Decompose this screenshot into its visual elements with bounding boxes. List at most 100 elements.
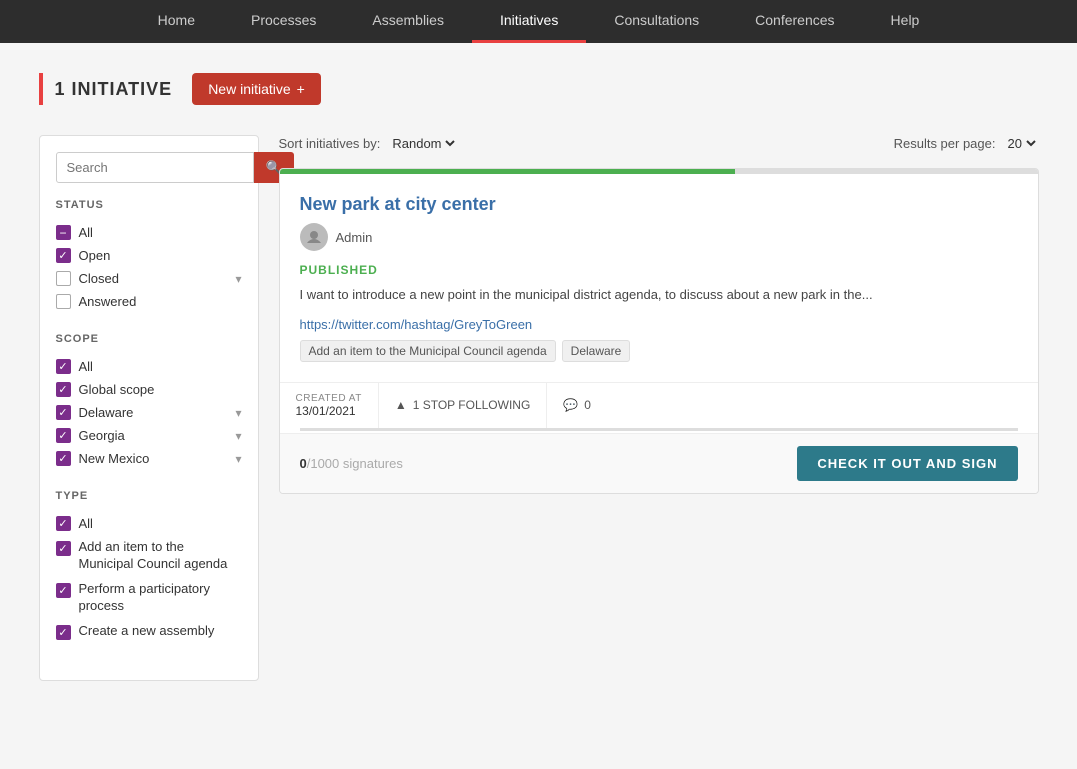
type-all[interactable]: All [56, 512, 242, 535]
minus-checkbox-icon [56, 225, 71, 240]
type-assembly-label: Create a new assembly [79, 623, 215, 640]
initiative-card: New park at city center Admin PUBLISHED … [279, 168, 1039, 494]
sort-select[interactable]: Random [388, 135, 458, 152]
status-open[interactable]: Open [56, 244, 242, 267]
card-link[interactable]: https://twitter.com/hashtag/GreyToGreen [300, 317, 1018, 332]
nav-consultations[interactable]: Consultations [586, 0, 727, 43]
checked-checkbox-delaware-icon [56, 405, 71, 420]
new-initiative-button[interactable]: New initiative + [192, 73, 321, 105]
status-filter: STATUS All Open Closed ▾ Answered [56, 199, 242, 313]
card-tag-agenda: Add an item to the Municipal Council age… [300, 340, 556, 362]
plus-icon: + [297, 81, 305, 97]
search-row: 🔍 [56, 152, 242, 183]
status-label: STATUS [56, 199, 242, 211]
checked-checkbox-participatory-icon [56, 583, 71, 598]
type-all-label: All [79, 516, 93, 531]
results-label: Results per page: [894, 136, 996, 151]
checked-checkbox-scope-all-icon [56, 359, 71, 374]
footer-follow[interactable]: ▲ 1 STOP FOLLOWING [379, 383, 547, 428]
type-assembly[interactable]: Create a new assembly [56, 619, 242, 644]
follow-label: 1 STOP FOLLOWING [413, 398, 531, 412]
scope-all[interactable]: All [56, 355, 242, 378]
georgia-chevron-icon: ▾ [235, 429, 241, 443]
page-body: 1 INITIATIVE New initiative + 🔍 STATUS A… [19, 43, 1059, 711]
nav-help[interactable]: Help [863, 0, 948, 43]
status-all-label: All [79, 225, 93, 240]
footer-comments[interactable]: 💬 0 [547, 383, 607, 428]
scope-newmexico-label: New Mexico [79, 451, 150, 466]
nav-conferences[interactable]: Conferences [727, 0, 862, 43]
signatures-progress-bar [300, 428, 1018, 431]
nav-home[interactable]: Home [130, 0, 223, 43]
search-input[interactable] [56, 152, 254, 183]
signatures-count: 0/1000 signatures [300, 456, 403, 471]
status-closed[interactable]: Closed ▾ [56, 267, 242, 290]
card-footer: CREATED AT 13/01/2021 ▲ 1 STOP FOLLOWING… [280, 382, 1038, 428]
follow-icon: ▲ [395, 398, 407, 412]
card-author: Admin [300, 223, 1018, 251]
status-answered[interactable]: Answered [56, 290, 242, 313]
signatures-row: 0/1000 signatures CHECK IT OUT AND SIGN [280, 433, 1038, 493]
main-layout: 🔍 STATUS All Open Closed ▾ [39, 135, 1039, 681]
type-add-item[interactable]: Add an item to the Municipal Council age… [56, 535, 242, 577]
type-additem-label: Add an item to the Municipal Council age… [79, 539, 242, 573]
comment-count: 0 [584, 398, 591, 412]
type-participatory-label: Perform a participatory process [79, 581, 242, 615]
status-all[interactable]: All [56, 221, 242, 244]
status-closed-label: Closed [79, 271, 119, 286]
scope-global[interactable]: Global scope [56, 378, 242, 401]
empty-checkbox-answered-icon [56, 294, 71, 309]
results-select[interactable]: 20 [1004, 135, 1039, 152]
card-tag-delaware: Delaware [562, 340, 631, 362]
content-area: Sort initiatives by: Random Results per … [279, 135, 1039, 494]
checked-checkbox-newmexico-icon [56, 451, 71, 466]
type-label: TYPE [56, 490, 242, 502]
sort-row: Sort initiatives by: Random Results per … [279, 135, 1039, 152]
published-badge: PUBLISHED [300, 263, 1018, 277]
scope-global-label: Global scope [79, 382, 155, 397]
scope-newmexico[interactable]: New Mexico ▾ [56, 447, 242, 470]
nav-initiatives[interactable]: Initiatives [472, 0, 586, 43]
card-title[interactable]: New park at city center [300, 194, 1018, 215]
main-nav: Home Processes Assemblies Initiatives Co… [0, 0, 1077, 43]
sidebar: 🔍 STATUS All Open Closed ▾ [39, 135, 259, 681]
check-sign-button[interactable]: CHECK IT OUT AND SIGN [797, 446, 1017, 481]
scope-georgia-label: Georgia [79, 428, 125, 443]
card-tags: Add an item to the Municipal Council age… [300, 340, 1018, 362]
initiative-count: 1 INITIATIVE [55, 79, 173, 100]
status-open-label: Open [79, 248, 111, 263]
nav-assemblies[interactable]: Assemblies [344, 0, 472, 43]
sort-label: Sort initiatives by: [279, 136, 381, 151]
current-signatures: 0 [300, 456, 307, 471]
type-participatory[interactable]: Perform a participatory process [56, 577, 242, 619]
nav-processes[interactable]: Processes [223, 0, 344, 43]
avatar [300, 223, 328, 251]
results-per-page: Results per page: 20 [894, 135, 1039, 152]
scope-all-label: All [79, 359, 93, 374]
footer-created: CREATED AT 13/01/2021 [280, 383, 379, 428]
closed-chevron-icon: ▾ [235, 272, 241, 286]
card-body: New park at city center Admin PUBLISHED … [280, 174, 1038, 382]
newmexico-chevron-icon: ▾ [235, 452, 241, 466]
new-initiative-label: New initiative [208, 81, 290, 97]
status-answered-label: Answered [79, 294, 137, 309]
checked-checkbox-additem-icon [56, 541, 71, 556]
checked-checkbox-open-icon [56, 248, 71, 263]
scope-label: SCOPE [56, 333, 242, 345]
scope-delaware[interactable]: Delaware ▾ [56, 401, 242, 424]
checked-checkbox-georgia-icon [56, 428, 71, 443]
scope-georgia[interactable]: Georgia ▾ [56, 424, 242, 447]
total-signatures: /1000 signatures [307, 456, 403, 471]
page-header: 1 INITIATIVE New initiative + [39, 73, 1039, 105]
sort-left: Sort initiatives by: Random [279, 135, 459, 152]
checked-checkbox-assembly-icon [56, 625, 71, 640]
created-label: CREATED AT [296, 393, 362, 404]
author-name: Admin [336, 230, 373, 245]
type-filter: TYPE All Add an item to the Municipal Co… [56, 490, 242, 644]
delaware-chevron-icon: ▾ [235, 406, 241, 420]
checked-checkbox-type-all-icon [56, 516, 71, 531]
card-description: I want to introduce a new point in the m… [300, 285, 1018, 305]
empty-checkbox-closed-icon [56, 271, 71, 286]
scope-filter: SCOPE All Global scope Delaware ▾ Georgi… [56, 333, 242, 470]
created-date: 13/01/2021 [296, 404, 356, 418]
